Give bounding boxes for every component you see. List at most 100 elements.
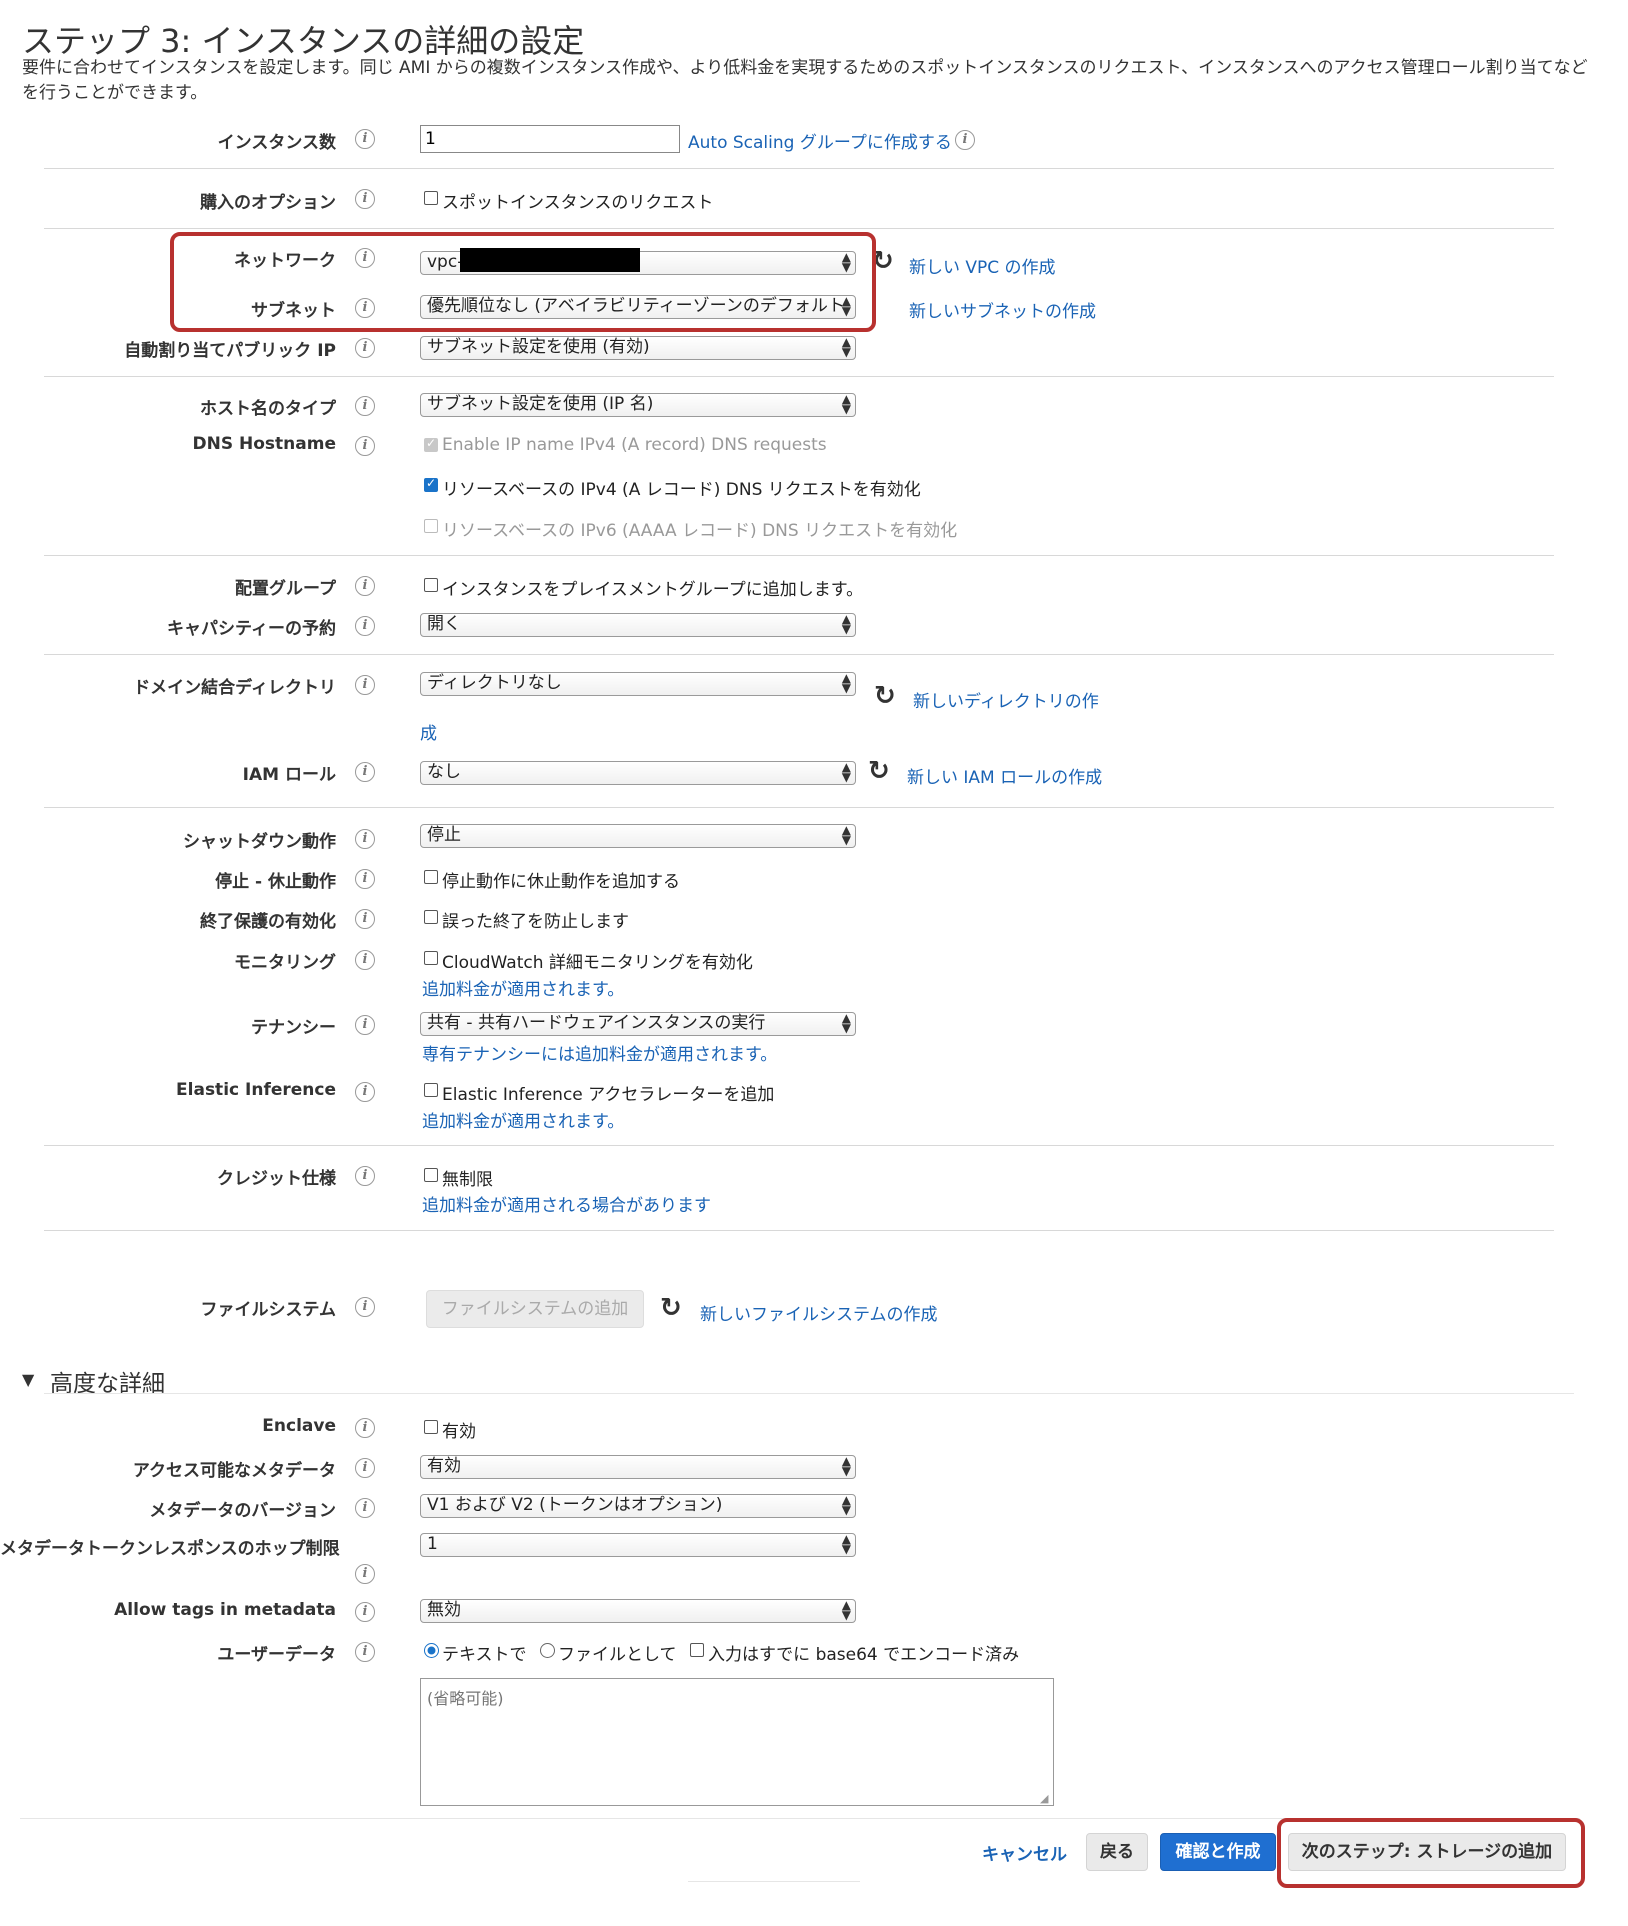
create-iam-role-link[interactable]: 新しい IAM ロールの作成 bbox=[907, 763, 1102, 788]
highlight-box bbox=[1277, 1818, 1585, 1888]
back-button[interactable]: 戻る bbox=[1086, 1833, 1148, 1871]
highlight-box bbox=[170, 232, 876, 332]
spot-request-checkbox[interactable] bbox=[424, 191, 438, 205]
divider bbox=[44, 1145, 1554, 1146]
checkbox-label: 有効 bbox=[442, 1422, 476, 1442]
review-launch-button[interactable]: 確認と作成 bbox=[1160, 1833, 1276, 1871]
termination-protection-checkbox[interactable] bbox=[424, 910, 438, 924]
create-directory-link-cont[interactable]: 成 bbox=[420, 719, 437, 744]
info-icon[interactable]: i bbox=[355, 1297, 375, 1317]
field-label: キャパシティーの予約 bbox=[167, 619, 336, 639]
enclave-checkbox[interactable] bbox=[424, 1420, 438, 1434]
radio-label: テキストで bbox=[442, 1645, 527, 1665]
monitoring-checkbox[interactable] bbox=[424, 951, 438, 965]
select-arrow-icon: ▲ ▼ bbox=[841, 393, 851, 416]
create-directory-link[interactable]: 新しいディレクトリの作 bbox=[913, 687, 1099, 712]
field-label: インスタンス数 bbox=[217, 133, 336, 153]
domain-directory-select[interactable]: ディレクトリなし ▲ ▼ bbox=[420, 672, 856, 696]
hop-limit-select[interactable]: 1 ▲ ▼ bbox=[420, 1533, 856, 1557]
metadata-version-select[interactable]: V1 および V2 (トークンはオプション) ▲ ▼ bbox=[420, 1494, 856, 1518]
field-label: アクセス可能なメタデータ bbox=[132, 1461, 336, 1481]
user-data-textarea[interactable] bbox=[420, 1678, 1054, 1806]
iam-role-select[interactable]: なし ▲ ▼ bbox=[420, 761, 856, 785]
file-radio[interactable] bbox=[540, 1643, 555, 1658]
field-label: クレジット仕様 bbox=[217, 1169, 336, 1189]
resize-handle-icon[interactable]: ◢ bbox=[1040, 1792, 1048, 1805]
info-icon[interactable]: i bbox=[355, 1015, 375, 1035]
info-icon[interactable]: i bbox=[355, 1458, 375, 1478]
select-arrow-icon: ▲ ▼ bbox=[841, 1599, 851, 1622]
info-icon[interactable]: i bbox=[355, 1642, 375, 1662]
info-icon[interactable]: i bbox=[355, 675, 375, 695]
tenancy-note-link[interactable]: 専有テナンシーには追加料金が適用されます。 bbox=[422, 1040, 777, 1065]
info-icon[interactable]: i bbox=[355, 1602, 375, 1622]
info-icon[interactable]: i bbox=[355, 189, 375, 209]
refresh-icon[interactable]: ↻ bbox=[660, 1295, 682, 1321]
field-label: 終了保護の有効化 bbox=[200, 912, 336, 932]
create-asg-link[interactable]: Auto Scaling グループに作成する bbox=[688, 128, 952, 153]
info-icon[interactable]: i bbox=[355, 950, 375, 970]
create-filesystem-link[interactable]: 新しいファイルシステムの作成 bbox=[700, 1300, 938, 1325]
info-icon[interactable]: i bbox=[355, 1418, 375, 1438]
checkbox-label: CloudWatch 詳細モニタリングを有効化 bbox=[442, 953, 753, 973]
field-label: 購入のオプション bbox=[200, 193, 336, 213]
checkbox-label: 誤った終了を防止します bbox=[442, 912, 629, 932]
hibernate-checkbox[interactable] bbox=[424, 870, 438, 884]
info-icon[interactable]: i bbox=[355, 1166, 375, 1186]
dns-ipname-checkbox[interactable] bbox=[424, 436, 438, 452]
metadata-access-select[interactable]: 有効 ▲ ▼ bbox=[420, 1455, 856, 1479]
capacity-select[interactable]: 開く ▲ ▼ bbox=[420, 613, 856, 637]
info-icon[interactable]: i bbox=[355, 1498, 375, 1518]
checkbox-label: 停止動作に休止動作を追加する bbox=[442, 872, 680, 892]
field-label: DNS Hostname bbox=[192, 434, 336, 454]
text-radio[interactable] bbox=[424, 1643, 439, 1658]
refresh-icon[interactable]: ↻ bbox=[868, 758, 890, 784]
info-icon[interactable]: i bbox=[355, 909, 375, 929]
allow-tags-select[interactable]: 無効 ▲ ▼ bbox=[420, 1599, 856, 1623]
checkbox-label: スポットインスタンスのリクエスト bbox=[442, 193, 714, 213]
info-icon[interactable]: i bbox=[355, 1564, 375, 1584]
field-label: 自動割り当てパブリック IP bbox=[124, 341, 336, 361]
field-label: シャットダウン動作 bbox=[183, 832, 336, 852]
info-icon[interactable]: i bbox=[355, 576, 375, 596]
placement-group-checkbox[interactable] bbox=[424, 578, 438, 592]
hostname-type-select[interactable]: サブネット設定を使用 (IP 名) ▲ ▼ bbox=[420, 393, 856, 417]
pricing-note-link[interactable]: 追加料金が適用されます。 bbox=[422, 1107, 624, 1132]
info-icon[interactable]: i bbox=[355, 396, 375, 416]
shutdown-behavior-select[interactable]: 停止 ▲ ▼ bbox=[420, 824, 856, 848]
info-icon[interactable]: i bbox=[355, 869, 375, 889]
info-icon[interactable]: i bbox=[355, 829, 375, 849]
collapse-triangle-icon[interactable]: ▼ bbox=[22, 1370, 34, 1389]
divider bbox=[44, 1393, 1574, 1394]
dns-ipv4-checkbox[interactable] bbox=[424, 476, 438, 492]
info-icon[interactable]: i bbox=[355, 129, 375, 149]
field-label: 停止 - 休止動作 bbox=[215, 872, 336, 892]
info-icon[interactable]: i bbox=[355, 436, 375, 456]
info-icon[interactable]: i bbox=[355, 1082, 375, 1102]
info-icon[interactable]: i bbox=[355, 762, 375, 782]
info-icon[interactable]: i bbox=[355, 338, 375, 358]
tenancy-select[interactable]: 共有 - 共有ハードウェアインスタンスの実行 ▲ ▼ bbox=[420, 1012, 856, 1036]
public-ip-select[interactable]: サブネット設定を使用 (有効) ▲ ▼ bbox=[420, 336, 856, 360]
divider bbox=[44, 168, 1554, 169]
pricing-note-link[interactable]: 追加料金が適用されます。 bbox=[422, 975, 624, 1000]
divider bbox=[688, 1881, 860, 1882]
unlimited-credit-checkbox[interactable] bbox=[424, 1168, 438, 1182]
select-arrow-icon: ▲ ▼ bbox=[841, 1494, 851, 1517]
info-icon[interactable]: i bbox=[955, 130, 975, 150]
select-arrow-icon: ▲ ▼ bbox=[841, 824, 851, 847]
info-icon[interactable]: i bbox=[355, 616, 375, 636]
elastic-inference-checkbox[interactable] bbox=[424, 1083, 438, 1097]
cancel-link[interactable]: キャンセル bbox=[982, 1840, 1067, 1865]
pricing-note-link[interactable]: 追加料金が適用される場合があります bbox=[422, 1191, 711, 1216]
field-label: Enclave bbox=[262, 1416, 336, 1436]
dns-ipv6-checkbox[interactable] bbox=[424, 519, 438, 533]
create-subnet-link[interactable]: 新しいサブネットの作成 bbox=[909, 297, 1096, 322]
refresh-icon[interactable]: ↻ bbox=[874, 683, 896, 709]
create-vpc-link[interactable]: 新しい VPC の作成 bbox=[909, 253, 1056, 278]
field-label: 配置グループ bbox=[235, 579, 336, 599]
field-label: ユーザーデータ bbox=[217, 1645, 336, 1665]
base64-checkbox[interactable] bbox=[690, 1643, 704, 1657]
instance-count-input[interactable] bbox=[420, 125, 680, 153]
add-filesystem-button[interactable]: ファイルシステムの追加 bbox=[426, 1290, 644, 1328]
